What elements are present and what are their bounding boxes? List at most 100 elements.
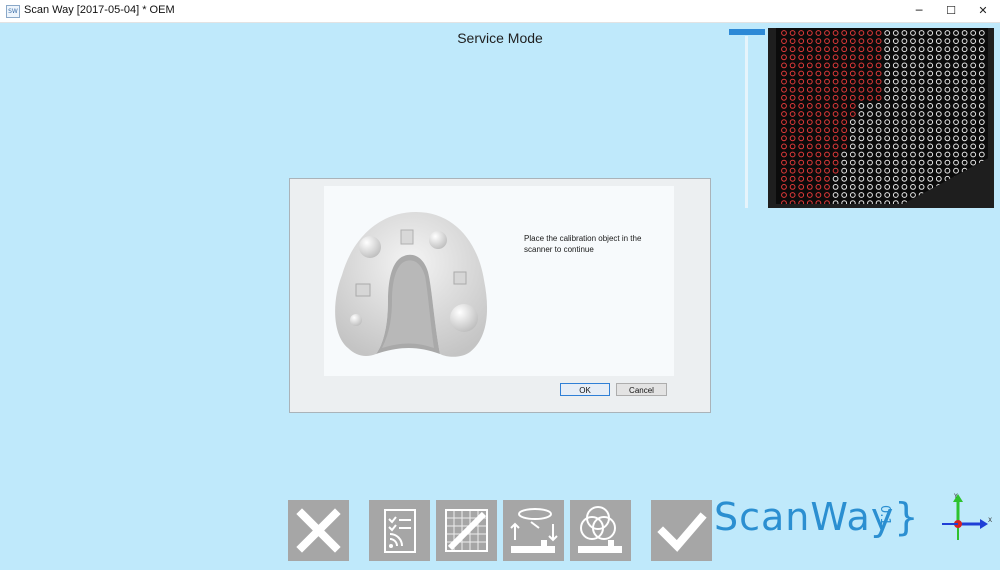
calibration-dot [806, 200, 813, 204]
calibration-dot [901, 175, 908, 182]
confirm-button[interactable] [651, 500, 712, 561]
calibration-dot [901, 111, 908, 117]
calibration-dot [970, 167, 977, 174]
calibration-dot [918, 86, 925, 93]
calibration-dot [884, 94, 891, 101]
calibration-dot [849, 167, 856, 174]
minimize-button[interactable]: ─ [901, 0, 937, 22]
calibration-dot [918, 62, 925, 69]
calibration-dot [901, 143, 908, 150]
calibration-dot [806, 151, 813, 158]
calibration-dot [858, 70, 865, 77]
report-button[interactable] [369, 500, 430, 561]
calibration-dot [970, 54, 977, 61]
calibration-dot [944, 184, 951, 190]
calibration-dot [884, 143, 891, 150]
calibration-dot [841, 46, 848, 53]
calibration-dot [978, 119, 985, 125]
calibration-dot [927, 200, 934, 204]
calibration-dot [849, 175, 856, 182]
calibration-dot [824, 111, 830, 117]
calibration-dot [832, 159, 839, 166]
calibration-dot [849, 38, 856, 45]
calibration-dot [884, 200, 891, 204]
calibration-dot [918, 200, 925, 204]
calibration-dot [875, 38, 882, 45]
calibration-dot [806, 143, 813, 150]
calibration-dot [824, 38, 830, 45]
calibration-dot [875, 175, 882, 182]
grid-calibration-button[interactable] [436, 500, 497, 561]
calibration-dot [832, 119, 839, 125]
calibration-dot [978, 175, 985, 182]
calibration-dot [901, 167, 908, 174]
calibration-dot [901, 78, 908, 85]
color-calibration-button[interactable] [570, 500, 631, 561]
calibration-dot [961, 184, 968, 190]
calibration-dot [849, 78, 856, 85]
calibration-dot [815, 46, 822, 53]
cancel-button[interactable]: Cancel [616, 383, 667, 396]
calibration-dot [944, 78, 951, 85]
maximize-button[interactable]: ☐ [933, 0, 969, 22]
ok-button[interactable]: OK [560, 383, 610, 396]
close-window-button[interactable]: ✕ [965, 0, 1000, 22]
calibration-dot [806, 103, 813, 109]
calibration-dot [806, 175, 813, 182]
dialog-panel: Place the calibration object in the scan… [324, 186, 674, 376]
calibration-dot [867, 167, 873, 174]
calibration-dot [918, 103, 925, 109]
calibration-dot [978, 143, 985, 150]
calibration-dot [781, 111, 787, 117]
calibration-dot [978, 86, 985, 93]
calibration-dot [892, 78, 899, 85]
calibration-dot [970, 175, 977, 182]
calibration-dot [927, 30, 934, 36]
calibration-dot [935, 175, 942, 182]
calibration-dot [841, 94, 848, 101]
calibration-dot [806, 135, 813, 142]
calibration-dot [781, 119, 787, 125]
calibration-dot [841, 86, 848, 93]
calibration-dot [927, 127, 934, 134]
calibration-dot [789, 119, 796, 125]
calibration-dot [875, 200, 882, 204]
scanway-logo: ScanWay} 0.1 [714, 495, 918, 539]
calibration-dot [970, 78, 977, 85]
calibration-dot [867, 38, 873, 45]
calibration-dot [927, 143, 934, 150]
calibration-dot [884, 30, 891, 36]
calibration-dot [901, 94, 908, 101]
calibration-dot [961, 103, 968, 109]
calibration-dot [953, 184, 959, 190]
calibration-dot [781, 86, 787, 93]
calibration-dot [953, 159, 959, 166]
calibration-dot [815, 159, 822, 166]
calibration-dot [892, 54, 899, 61]
calibration-dot [961, 143, 968, 150]
calibration-dot [944, 159, 951, 166]
calibration-dot [875, 94, 882, 101]
calibration-dot [875, 70, 882, 77]
calibration-dot [867, 111, 873, 117]
calibration-dot [961, 46, 968, 53]
calibration-dot [953, 62, 959, 69]
calibration-dot [944, 192, 951, 198]
calibration-dot [944, 111, 951, 117]
calibration-dot [892, 62, 899, 69]
calibration-dot [832, 175, 839, 182]
x-axis-label: X [988, 517, 992, 524]
calibration-dot [918, 111, 925, 117]
cancel-scan-button[interactable] [288, 500, 349, 561]
calibration-dot [798, 46, 805, 53]
calibration-dot [858, 200, 865, 204]
calibration-dot [961, 78, 968, 85]
calibration-dot [892, 70, 899, 77]
calibration-dot [832, 62, 839, 69]
calibration-dot [858, 192, 865, 198]
calibration-object-image [335, 212, 488, 357]
calibration-dot [789, 86, 796, 93]
calibration-dot [858, 103, 865, 109]
calibration-dot [901, 62, 908, 69]
scale-calibration-button[interactable] [503, 500, 564, 561]
